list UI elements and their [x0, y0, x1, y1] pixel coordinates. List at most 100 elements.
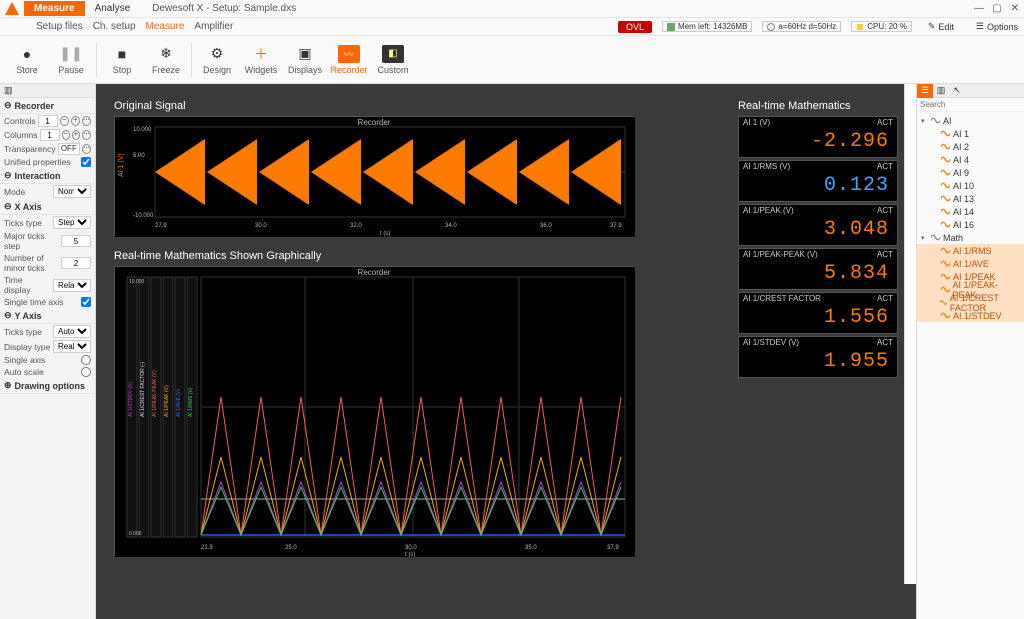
section-drawing[interactable]: ⊕Drawing options — [0, 378, 95, 394]
toolbar: ●Store ❚❚Pause ■Stop ❄Freeze ⚙Design ＋Wi… — [0, 36, 1024, 84]
nav-setup-files[interactable]: Setup files — [36, 21, 83, 32]
meter-1[interactable]: AI 1/RMS (V)ACT0.123 — [738, 160, 898, 202]
channel-icon — [940, 298, 947, 307]
y-ticks-type-select[interactable]: Automatic — [53, 325, 91, 338]
section-interaction[interactable]: ⊖Interaction — [0, 168, 95, 184]
graph-math-title: Real-time Mathematics Shown Graphically — [114, 250, 634, 262]
panel-grip-icon[interactable]: ▥ — [0, 84, 95, 98]
window-maximize[interactable]: ▢ — [988, 3, 1006, 14]
window-minimize[interactable]: — — [970, 3, 988, 14]
tree-item-AI-2[interactable]: AI 2 — [917, 140, 1024, 153]
tree-item-AI-1-RMS[interactable]: AI 1/RMS — [917, 244, 1024, 257]
nav-ch-setup[interactable]: Ch. setup — [93, 21, 136, 32]
chart-original-signal[interactable]: Recorder AI 1 (V) 10.0005.00-10.000 — [114, 116, 634, 236]
tree-label: AI 1/CREST FACTOR — [950, 293, 1020, 313]
channel-icon — [941, 181, 950, 190]
minor-ticks-input[interactable] — [61, 257, 91, 269]
mode-select[interactable]: Normal — [53, 185, 91, 198]
gear-icon: ⚙ — [208, 45, 226, 63]
channel-icon — [941, 220, 950, 229]
nav-amplifier[interactable]: Amplifier — [194, 21, 233, 32]
tree-tab-list-icon[interactable]: ☰ — [917, 84, 933, 98]
tree-root-ai[interactable]: ▾AI — [917, 114, 1024, 127]
tree-root-math[interactable]: ▾Math — [917, 231, 1024, 244]
tree-item-AI-1[interactable]: AI 1 — [917, 127, 1024, 140]
section-recorder[interactable]: ⊖Recorder — [0, 98, 95, 114]
tree-label: Math — [943, 233, 963, 243]
tool-design[interactable]: ⚙Design — [196, 38, 238, 82]
meter-act: ACT — [877, 338, 893, 347]
plus-icon[interactable]: + — [72, 130, 80, 140]
tree-label: AI 9 — [953, 168, 969, 178]
svg-text:32.0: 32.0 — [350, 223, 362, 229]
major-ticks-label: Major ticks step — [4, 231, 59, 251]
tree-item-AI-9[interactable]: AI 9 — [917, 166, 1024, 179]
tool-recorder[interactable]: 〰Recorder — [328, 38, 370, 82]
settings-icon[interactable]: ⋯ — [82, 144, 91, 154]
meter-5[interactable]: AI 1/STDEV (V)ACT1.955 — [738, 336, 898, 378]
tool-pause[interactable]: ❚❚Pause — [50, 38, 92, 82]
tree-item-AI-14[interactable]: AI 14 — [917, 205, 1024, 218]
channel-icon — [931, 116, 940, 125]
tree-item-AI-4[interactable]: AI 4 — [917, 153, 1024, 166]
edit-button[interactable]: ✎Edit — [922, 20, 960, 33]
columns-input[interactable] — [40, 129, 60, 141]
controls-input[interactable] — [38, 115, 58, 127]
display-type-select[interactable]: Real value — [53, 340, 91, 353]
tree-label: AI 2 — [953, 142, 969, 152]
auto-scale-label: Auto scale — [4, 367, 79, 377]
single-axis-radio[interactable] — [81, 355, 91, 365]
time-display-select[interactable]: Relative — [53, 279, 91, 292]
meter-0[interactable]: AI 1 (V)ACT-2.296 — [738, 116, 898, 158]
meter-act: ACT — [877, 162, 893, 171]
tree-item-AI-10[interactable]: AI 10 — [917, 179, 1024, 192]
single-time-checkbox[interactable] — [81, 297, 91, 307]
svg-text:AI 1/STDEV (V): AI 1/STDEV (V) — [128, 382, 134, 417]
tree-tab-grid-icon[interactable]: ▥ — [933, 84, 949, 98]
meter-3[interactable]: AI 1/PEAK-PEAK (V)ACT5.834 — [738, 248, 898, 290]
tab-measure[interactable]: Measure — [24, 1, 85, 16]
pause-icon: ❚❚ — [62, 45, 80, 63]
tree-search-input[interactable] — [920, 100, 1024, 109]
tool-stop[interactable]: ■Stop — [101, 38, 143, 82]
nav-measure[interactable]: Measure — [146, 21, 185, 32]
meter-value: -2.296 — [739, 128, 897, 157]
channel-tree-panel: ☰ ▥ ↖ 🔍 ▾AIAI 1AI 2AI 4AI 9AI 10AI 13AI … — [916, 84, 1024, 619]
major-ticks-input[interactable] — [61, 235, 91, 247]
meter-2[interactable]: AI 1/PEAK (V)ACT3.048 — [738, 204, 898, 246]
right-dock-strip[interactable] — [904, 84, 916, 584]
tree-item-AI-1-CREST-FACTOR[interactable]: AI 1/CREST FACTOR — [917, 296, 1024, 309]
status-badge-ovl: OVL — [618, 21, 652, 33]
minus-icon[interactable]: − — [60, 116, 69, 126]
auto-scale-radio[interactable] — [81, 367, 91, 377]
options-button[interactable]: ☰Options — [970, 20, 1024, 33]
meter-4[interactable]: AI 1/CREST FACTORACT1.556 — [738, 292, 898, 334]
tree-item-AI-16[interactable]: AI 16 — [917, 218, 1024, 231]
tree-item-AI-13[interactable]: AI 13 — [917, 192, 1024, 205]
tool-displays[interactable]: ▣Displays — [284, 38, 326, 82]
meter-act: ACT — [877, 118, 893, 127]
tool-freeze[interactable]: ❄Freeze — [145, 38, 187, 82]
recorder-icon: 〰 — [338, 45, 360, 63]
ticks-type-select[interactable]: Step — [53, 216, 91, 229]
tool-widgets[interactable]: ＋Widgets — [240, 38, 282, 82]
tool-store[interactable]: ●Store — [6, 38, 48, 82]
sys-clock-chip: a=60Hz d=50Hz — [762, 21, 841, 32]
window-close[interactable]: ✕ — [1006, 3, 1024, 14]
plus-icon[interactable]: + — [71, 116, 80, 126]
meter-act: ACT — [877, 250, 893, 259]
tree-tab-pointer-icon[interactable]: ↖ — [949, 84, 965, 98]
unified-props-checkbox[interactable] — [81, 157, 91, 167]
minus-icon[interactable]: − — [62, 130, 70, 140]
section-xaxis[interactable]: ⊖X Axis — [0, 199, 95, 215]
settings-icon[interactable]: ⋯ — [82, 116, 91, 126]
tree-item-AI-1-AVE[interactable]: AI 1/AVE — [917, 257, 1024, 270]
tab-analyse[interactable]: Analyse — [85, 1, 141, 16]
realtime-math-panel: Real-time Mathematics AI 1 (V)ACT-2.296A… — [738, 100, 898, 380]
tree-label: AI 16 — [953, 220, 974, 230]
sys-cpu-chip: CPU: 20 % — [851, 21, 912, 32]
tool-custom[interactable]: ◧Custom — [372, 38, 414, 82]
settings-icon[interactable]: ⋯ — [82, 130, 91, 140]
section-yaxis[interactable]: ⊖Y Axis — [0, 308, 95, 324]
chart-math-graph[interactable]: Recorder AI 1/STDEV (V) AI 1/CREST FACTO… — [114, 266, 634, 556]
